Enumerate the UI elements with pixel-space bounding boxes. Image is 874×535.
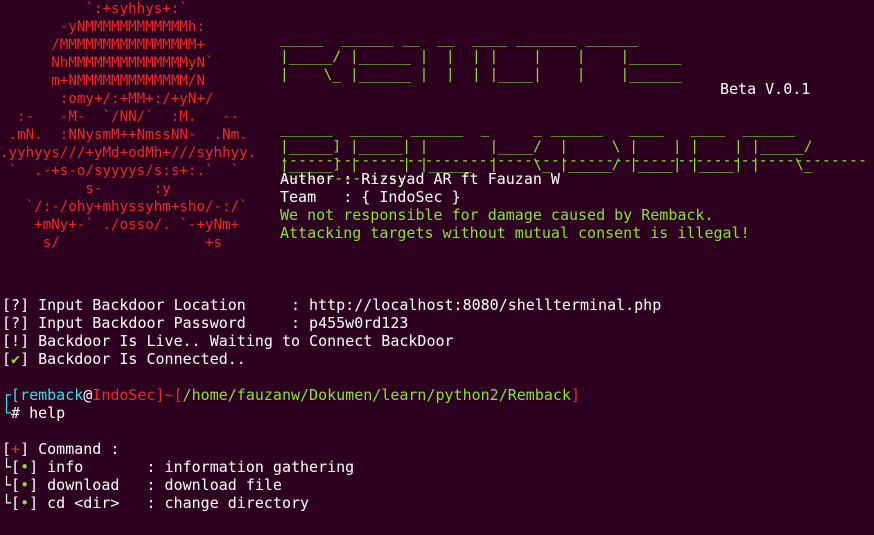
author-value: Rizsyad AR ft Fauzan W [361,170,560,188]
status-mark: ? [11,296,21,314]
bullet-icon: • [20,476,30,494]
prompt-symbol: # [11,404,21,422]
command-desc: : download file [146,476,282,494]
output-text: Input Backdoor Password : p455w0rd123 [38,314,409,332]
output-line: [✔] Backdoor Is Connected.. [2,350,246,368]
info-block: Author : Rizsyad AR ft Fauzan W Team : {… [280,170,750,242]
disclaimer-line: We not responsible for damage caused by … [280,206,714,224]
connection-output: [?] Input Backdoor Location : http://loc… [2,296,661,368]
command-input-line[interactable]: └# help [2,404,580,422]
command-name: download [47,476,138,494]
command-list: [+] Command : └[•] info : information ga… [2,440,354,512]
team-line: Team : { IndoSec } [280,188,750,206]
command-item: └[•] cd <dir> : change directory [2,494,310,512]
command-item: └[•] info : information gathering [2,458,355,476]
output-text: Input Backdoor Location : http://localho… [38,296,662,314]
output-line: [!] Backdoor Is Live.. Waiting to Connec… [2,332,454,350]
command-header: Command : [38,440,120,458]
output-line: [?] Input Backdoor Location : http://loc… [2,296,662,314]
team-value: { IndoSec } [361,188,461,206]
version-label: Beta V.0.1 [720,80,811,98]
command-desc: : information gathering [146,458,355,476]
disclaimer-line: Attacking targets without mutual consent… [280,224,750,242]
team-label: Team : [280,188,362,206]
bullet-icon: • [20,458,30,476]
prompt-path: /home/fauzanw/Dokumen/learn/python2/Remb… [182,386,571,404]
command-header-line: [+] Command : [2,440,120,458]
prompt-host: IndoSec [92,386,156,404]
status-mark: ? [11,314,21,332]
prompt-line: ┌[remback@IndoSec]~[/home/fauzanw/Dokume… [2,386,580,404]
skull-ascii-art: `:+syhhys+:` -yNMMMMMMMMMMMMh: /MMMMMMMM… [0,1,257,251]
command-desc: : change directory [146,494,310,512]
command-name: cd <dir> [47,494,138,512]
typed-command[interactable]: help [29,404,65,422]
status-mark: ! [11,332,21,350]
output-text: Backdoor Is Connected.. [38,350,246,368]
command-item: └[•] download : download file [2,476,282,494]
terminal-window[interactable]: `:+syhhys+:` -yNMMMMMMMMMMMMh: /MMMMMMMM… [0,0,874,535]
author-label: Author : [280,170,362,188]
output-text: Backdoor Is Live.. Waiting to Connect Ba… [38,332,454,350]
output-line: [?] Input Backdoor Password : p455w0rd12… [2,314,409,332]
author-line: Author : Rizsyad AR ft Fauzan W [280,170,750,188]
bullet-icon: • [20,494,30,512]
prompt-user: remback [20,386,84,404]
command-name: info [47,458,138,476]
shell-prompt: ┌[remback@IndoSec]~[/home/fauzanw/Dokume… [2,386,580,422]
check-icon: ✔ [11,350,21,368]
